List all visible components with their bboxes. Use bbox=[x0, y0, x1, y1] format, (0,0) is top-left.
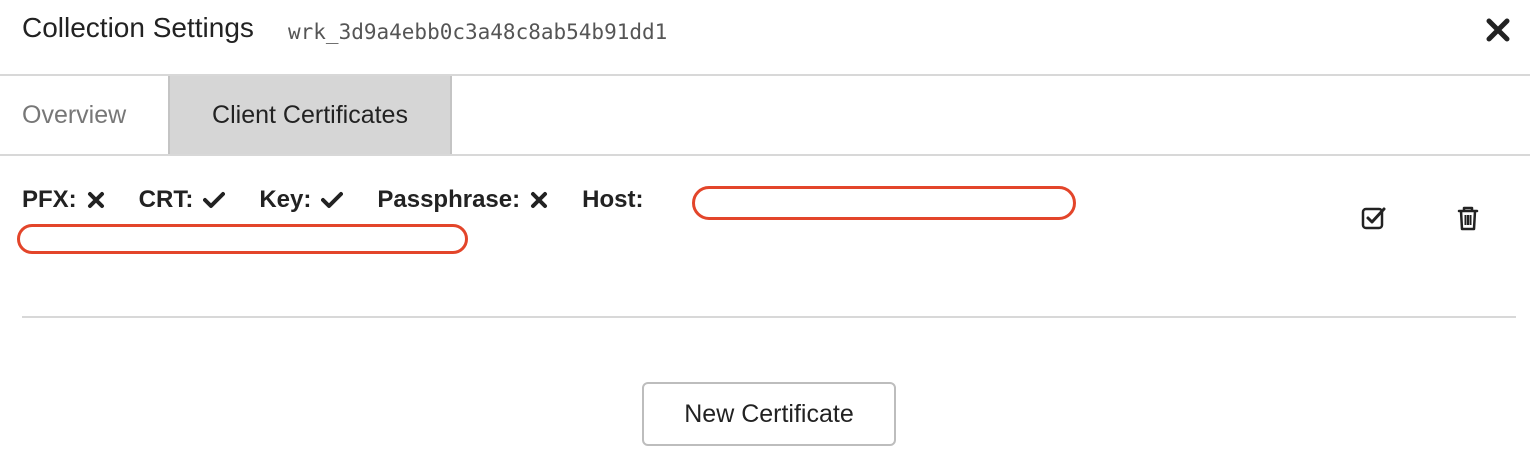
pfx-label: PFX: bbox=[22, 186, 77, 213]
check-icon bbox=[321, 192, 344, 208]
host-field: Host: bbox=[582, 186, 643, 214]
certificate-row: PFX: CRT: Key: Passphrase: Host: bbox=[17, 156, 1516, 318]
host-label: Host: bbox=[582, 186, 644, 213]
tab-client-certificates[interactable]: Client Certificates bbox=[168, 76, 452, 154]
new-certificate-button[interactable]: New Certificate bbox=[642, 382, 896, 446]
key-label: Key: bbox=[259, 186, 312, 213]
crt-label: CRT: bbox=[138, 186, 194, 213]
redacted-value-highlight bbox=[17, 224, 468, 254]
modal-header: Collection Settings wrk_3d9a4ebb0c3a48c8… bbox=[0, 0, 1530, 76]
modal-title: Collection Settings bbox=[22, 12, 254, 43]
cross-icon bbox=[87, 192, 104, 208]
tab-overview[interactable]: Overview bbox=[0, 76, 168, 154]
close-icon[interactable] bbox=[1484, 16, 1512, 44]
trash-icon[interactable] bbox=[1454, 204, 1482, 232]
tab-bar: Overview Client Certificates bbox=[0, 76, 1530, 156]
passphrase-field: Passphrase: bbox=[377, 186, 548, 214]
certificate-summary: PFX: CRT: Key: Passphrase: Host: bbox=[22, 186, 677, 214]
pfx-field: PFX: bbox=[22, 186, 105, 214]
workspace-id: wrk_3d9a4ebb0c3a48c8ab54b91dd1 bbox=[288, 20, 668, 44]
cross-icon bbox=[531, 192, 548, 208]
check-square-icon[interactable] bbox=[1360, 204, 1388, 232]
crt-field: CRT: bbox=[139, 186, 226, 214]
key-field: Key: bbox=[259, 186, 344, 214]
collection-settings-modal: Collection Settings wrk_3d9a4ebb0c3a48c8… bbox=[0, 0, 1530, 472]
check-icon bbox=[203, 192, 226, 208]
host-value-highlight bbox=[692, 186, 1076, 220]
passphrase-label: Passphrase: bbox=[377, 186, 521, 213]
